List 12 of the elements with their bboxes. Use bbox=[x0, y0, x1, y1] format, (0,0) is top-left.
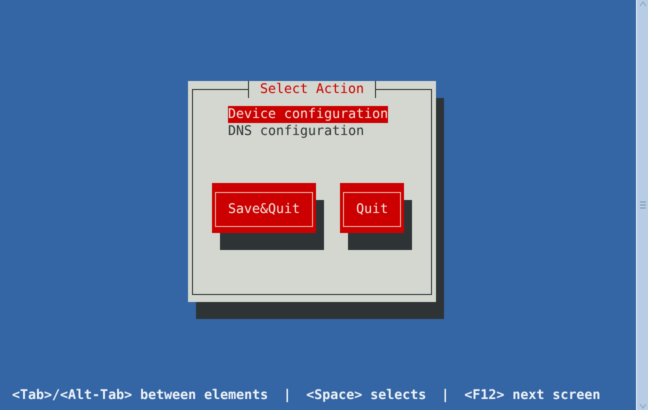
action-button[interactable]: Quit bbox=[340, 183, 404, 233]
separator: | bbox=[283, 386, 292, 404]
grip-icon[interactable] bbox=[640, 201, 646, 209]
scrollbar[interactable] bbox=[636, 0, 648, 410]
key-hint: <F12> next screen bbox=[464, 386, 600, 404]
dialog-title: Select Action bbox=[248, 81, 376, 98]
separator: | bbox=[441, 386, 450, 404]
key-hint: <Tab>/<Alt-Tab> between elements bbox=[12, 386, 268, 404]
action-button[interactable]: Save&Quit bbox=[212, 183, 316, 233]
menu-item[interactable]: DNS configuration bbox=[228, 123, 364, 140]
menu-item[interactable]: Device configuration bbox=[228, 106, 388, 123]
key-hint: <Space> selects bbox=[306, 386, 426, 404]
